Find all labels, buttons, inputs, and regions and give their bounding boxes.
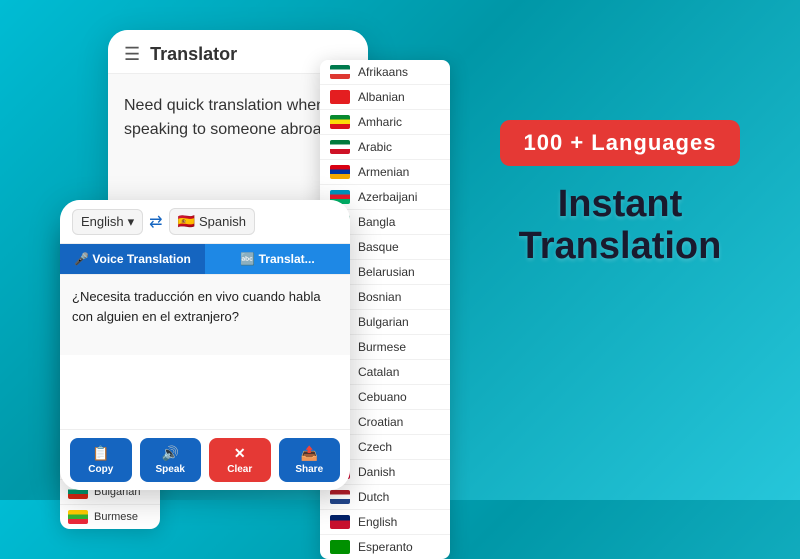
lang-item-english[interactable]: English <box>320 510 450 535</box>
spain-flag-icon: 🇪🇸 <box>178 213 195 230</box>
lang-item-amharic[interactable]: Amharic <box>320 110 450 135</box>
flag-albanian <box>330 90 350 104</box>
source-lang-select[interactable]: English ▾ <box>72 209 143 235</box>
flag-afrikaans <box>330 65 350 79</box>
translated-text: ¿Necesita traducción en vivo cuando habl… <box>72 287 338 326</box>
menu-icon[interactable]: ☰ <box>124 44 140 65</box>
languages-badge: 100 + Languages <box>500 120 741 166</box>
flag-arabic <box>330 140 350 154</box>
phone-front: English ▾ ⇄ 🇪🇸 Spanish 🎤 Voice Translati… <box>60 200 350 490</box>
target-lang-select[interactable]: 🇪🇸 Spanish <box>169 208 255 235</box>
flag-english <box>330 515 350 529</box>
flag-amharic <box>330 115 350 129</box>
swap-icon[interactable]: ⇄ <box>149 212 162 232</box>
phone-back-title: Translator <box>150 44 237 65</box>
translate-icon: 🔤 <box>240 252 255 266</box>
clear-icon: ✕ <box>234 445 246 462</box>
instant-title: Instant Translation <box>480 184 760 268</box>
phone-back-body-text: Need quick translation when speaking to … <box>124 94 352 142</box>
lang-item-afrikaans[interactable]: Afrikaans <box>320 60 450 85</box>
tabs-row: 🎤 Voice Translation 🔤 Translat... <box>60 244 350 275</box>
flag-esperanto <box>330 540 350 554</box>
action-bar: 📋 Copy 🔊 Speak ✕ Clear 📤 Share <box>60 429 350 490</box>
copy-button[interactable]: 📋 Copy <box>70 438 132 482</box>
lang-item-arabic[interactable]: Arabic <box>320 135 450 160</box>
right-panel: 100 + Languages Instant Translation <box>480 120 760 268</box>
translator-bar: English ▾ ⇄ 🇪🇸 Spanish <box>60 200 350 244</box>
dropdown-arrow-icon: ▾ <box>128 214 135 230</box>
lang-item-armenian[interactable]: Armenian <box>320 160 450 185</box>
list-item-burmese[interactable]: Burmese <box>60 505 160 529</box>
flag-list-burmese <box>68 510 88 524</box>
speak-icon: 🔊 <box>162 445 179 462</box>
translation-area: ¿Necesita traducción en vivo cuando habl… <box>60 275 350 355</box>
flag-armenian <box>330 165 350 179</box>
speak-button[interactable]: 🔊 Speak <box>140 438 202 482</box>
tab-voice-translation[interactable]: 🎤 Voice Translation <box>60 244 205 274</box>
tab-translate[interactable]: 🔤 Translat... <box>205 244 350 274</box>
share-icon: 📤 <box>301 445 318 462</box>
clear-button[interactable]: ✕ Clear <box>209 438 271 482</box>
lang-item-esperanto[interactable]: Esperanto <box>320 535 450 559</box>
share-button[interactable]: 📤 Share <box>279 438 341 482</box>
lang-item-albanian[interactable]: Albanian <box>320 85 450 110</box>
flag-dutch <box>330 490 350 504</box>
mic-icon: 🎤 <box>74 252 89 266</box>
copy-icon: 📋 <box>92 445 109 462</box>
